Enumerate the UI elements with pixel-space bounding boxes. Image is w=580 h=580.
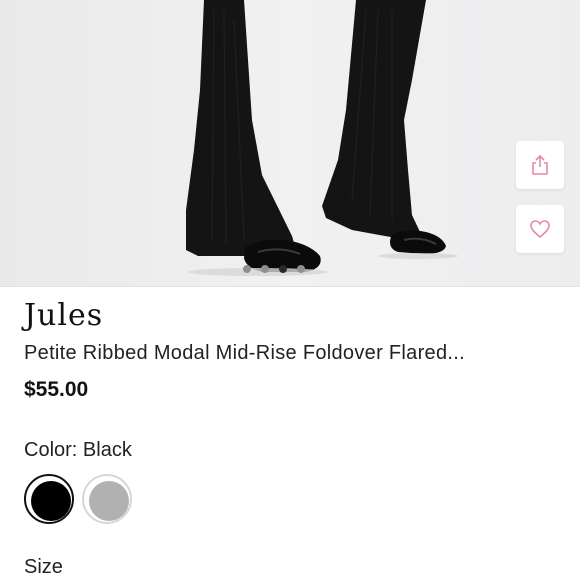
color-swatch-black[interactable] (24, 474, 74, 524)
color-swatch-grey[interactable] (82, 474, 132, 524)
carousel-dot[interactable] (297, 265, 305, 273)
carousel-dot[interactable] (261, 265, 269, 273)
product-title: Petite Ribbed Modal Mid-Rise Foldover Fl… (24, 342, 465, 364)
product-price: $55.00 (24, 378, 89, 401)
brand-name[interactable]: Jules (24, 298, 103, 333)
share-button[interactable] (516, 141, 564, 189)
size-label: Size (24, 556, 63, 578)
carousel-dots[interactable] (243, 264, 305, 274)
swatch-fill (89, 481, 129, 521)
product-image-gallery[interactable] (0, 0, 580, 286)
swatch-fill (31, 481, 71, 521)
color-selection-label: Color: Black (24, 439, 132, 462)
carousel-dot[interactable] (243, 265, 251, 273)
heart-icon (530, 220, 550, 239)
share-icon (532, 154, 548, 175)
selected-color: Black (82, 439, 132, 461)
carousel-dot-active[interactable] (279, 265, 287, 273)
product-image (186, 0, 458, 276)
color-label: Color: (24, 439, 78, 461)
divider (0, 286, 580, 287)
favorite-button[interactable] (516, 205, 564, 253)
